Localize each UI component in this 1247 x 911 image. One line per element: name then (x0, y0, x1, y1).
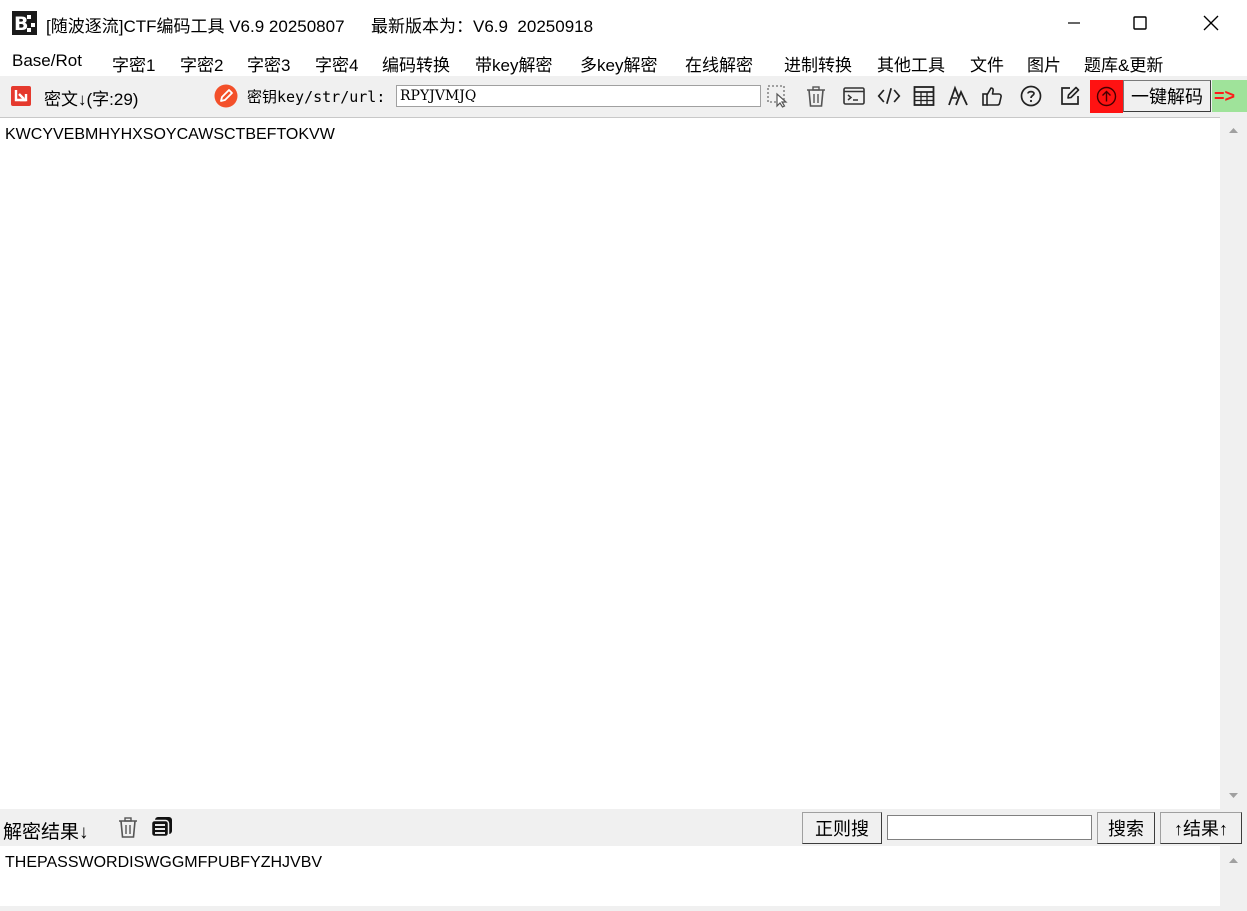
close-button[interactable] (1188, 0, 1234, 46)
menu-key-decrypt[interactable]: 带key解密 (475, 51, 552, 76)
cipher-scrollbar[interactable] (1220, 117, 1247, 809)
result-textarea[interactable]: THEPASSWORDISWGGMFPUBFYZHJVBV (0, 846, 1220, 906)
upload-button[interactable] (1090, 80, 1123, 113)
key-label: 密钥key/str/url: (247, 88, 386, 106)
arrow-indicator: => (1212, 80, 1247, 112)
app-logo-icon: B (12, 11, 37, 35)
result-bar: 解密结果↓ 正则搜 搜索 ↑结果↑ (0, 809, 1247, 846)
minimize-button[interactable] (1051, 0, 1097, 46)
regex-search-button[interactable]: 正则搜 (802, 812, 882, 844)
result-scrollbar[interactable] (1220, 846, 1247, 906)
import-icon[interactable] (9, 84, 33, 108)
minimize-icon (1068, 22, 1080, 24)
search-input[interactable] (887, 815, 1092, 840)
scroll-arrows-icon (1229, 128, 1238, 798)
edit-icon[interactable] (1058, 84, 1082, 108)
maximize-button[interactable] (1117, 0, 1163, 46)
menu-base-convert[interactable]: 进制转换 (784, 51, 852, 76)
cipher-label: 密文↓(字:29) (44, 90, 139, 109)
menu-zimi4[interactable]: 字密4 (315, 51, 358, 76)
menu-other-tools[interactable]: 其他工具 (877, 51, 945, 76)
thumbs-up-icon[interactable] (980, 84, 1004, 108)
result-text: THEPASSWORDISWGGMFPUBFYZHJVBV (5, 854, 323, 871)
menu-library-update[interactable]: 题库&更新 (1084, 51, 1163, 76)
move-result-up-button[interactable]: ↑结果↑ (1160, 812, 1242, 844)
select-pointer-icon[interactable] (766, 84, 790, 108)
svg-text:B: B (14, 13, 28, 35)
result-label: 解密结果↓ (3, 822, 89, 843)
copy-icon[interactable] (150, 816, 174, 838)
title-bar: B [随波逐流]CTF编码工具 V6.9 20250807 最新版本为：V6.9… (0, 0, 1247, 46)
upload-icon (1096, 86, 1117, 107)
menu-zimi1[interactable]: 字密1 (112, 51, 155, 76)
window-title: [随波逐流]CTF编码工具 V6.9 20250807 (46, 17, 345, 36)
menu-online-decrypt[interactable]: 在线解密 (685, 51, 753, 76)
maximize-icon (1133, 16, 1147, 30)
close-icon (1203, 15, 1219, 31)
code-icon[interactable] (877, 84, 901, 108)
font-icon[interactable] (946, 84, 970, 108)
scroll-up-arrow-icon (1229, 858, 1238, 863)
menu-base-rot[interactable]: Base/Rot (12, 51, 82, 71)
menu-file[interactable]: 文件 (970, 51, 1004, 76)
latest-version-text: 最新版本为：V6.9 20250918 (371, 17, 594, 36)
menu-zimi2[interactable]: 字密2 (180, 51, 223, 76)
menu-bar: Base/Rot 字密1 字密2 字密3 字密4 编码转换 带key解密 多ke… (0, 46, 1247, 76)
table-icon[interactable] (912, 84, 936, 108)
search-button[interactable]: 搜索 (1097, 812, 1155, 844)
result-trash-icon[interactable] (117, 816, 139, 838)
key-edit-icon[interactable] (214, 84, 238, 108)
menu-multikey-decrypt[interactable]: 多key解密 (580, 51, 657, 76)
menu-image[interactable]: 图片 (1027, 51, 1061, 76)
key-input[interactable] (396, 85, 761, 107)
terminal-icon[interactable] (842, 84, 866, 108)
trash-icon[interactable] (804, 84, 828, 108)
one-click-decode-button[interactable]: 一键解码 (1123, 80, 1211, 112)
cipher-textarea[interactable]: KWCYVEBMHYHXSOYCAWSCTBEFTOKVW (0, 117, 1220, 810)
menu-encoding-convert[interactable]: 编码转换 (382, 51, 450, 76)
help-icon[interactable] (1019, 84, 1043, 108)
cipher-text: KWCYVEBMHYHXSOYCAWSCTBEFTOKVW (5, 126, 335, 143)
menu-zimi3[interactable]: 字密3 (247, 51, 290, 76)
toolbar: 密文↓(字:29) 密钥key/str/url: RPYJVMJQ 一键解码 =… (0, 76, 1247, 116)
